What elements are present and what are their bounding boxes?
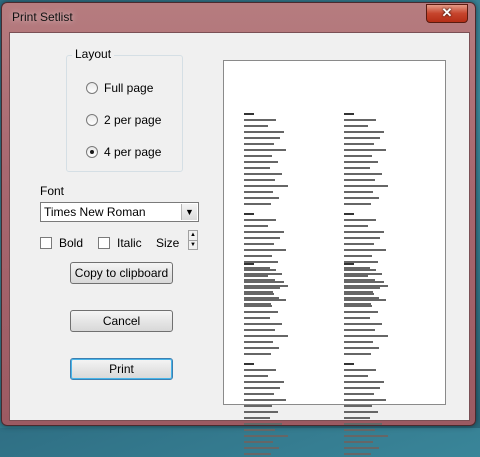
font-select[interactable]: Times New Roman ▼ bbox=[40, 202, 199, 222]
italic-checkbox[interactable] bbox=[98, 237, 110, 249]
bold-option[interactable]: Bold bbox=[40, 236, 83, 250]
copy-to-clipboard-button[interactable]: Copy to clipboard bbox=[70, 262, 173, 284]
title-bar[interactable]: Print Setlist ✕ bbox=[2, 3, 475, 33]
italic-label: Italic bbox=[117, 236, 142, 250]
close-icon: ✕ bbox=[441, 5, 453, 20]
spin-up-icon[interactable]: ▲ bbox=[189, 231, 197, 241]
preview-line bbox=[344, 451, 414, 457]
layout-option-2-per-page[interactable]: 2 per page bbox=[86, 113, 161, 127]
layout-legend: Layout bbox=[72, 47, 115, 61]
layout-option-4-per-page[interactable]: 4 per page bbox=[86, 145, 161, 159]
print-setlist-window: Print Setlist ✕ Layout Full page 2 per p… bbox=[1, 2, 476, 455]
close-button[interactable]: ✕ bbox=[426, 4, 468, 23]
dialog-client-area: Layout Full page 2 per page 4 per page F… bbox=[9, 32, 470, 455]
window-title: Print Setlist bbox=[12, 10, 73, 24]
cancel-button[interactable]: Cancel bbox=[70, 310, 173, 332]
size-label: Size bbox=[156, 236, 180, 250]
layout-option-full-page[interactable]: Full page bbox=[86, 81, 153, 95]
bold-label: Bold bbox=[59, 236, 84, 250]
radio-4-per-page-label: 4 per page bbox=[104, 145, 162, 159]
italic-option[interactable]: Italic bbox=[98, 236, 142, 250]
bold-checkbox[interactable] bbox=[40, 237, 52, 249]
print-button[interactable]: Print bbox=[70, 358, 173, 380]
print-preview bbox=[223, 60, 446, 455]
font-label: Font bbox=[40, 184, 65, 198]
font-select-value: Times New Roman bbox=[44, 205, 146, 219]
radio-2-per-page-label: 2 per page bbox=[104, 113, 162, 127]
radio-full-page-label: Full page bbox=[104, 81, 154, 95]
spin-down-icon[interactable]: ▼ bbox=[189, 241, 197, 250]
chevron-down-icon[interactable]: ▼ bbox=[181, 204, 197, 220]
preview-line bbox=[244, 451, 314, 457]
size-spinner[interactable]: ▲ ▼ bbox=[188, 230, 198, 250]
radio-4-per-page[interactable] bbox=[86, 146, 98, 158]
radio-2-per-page[interactable] bbox=[86, 114, 98, 126]
radio-full-page[interactable] bbox=[86, 82, 98, 94]
